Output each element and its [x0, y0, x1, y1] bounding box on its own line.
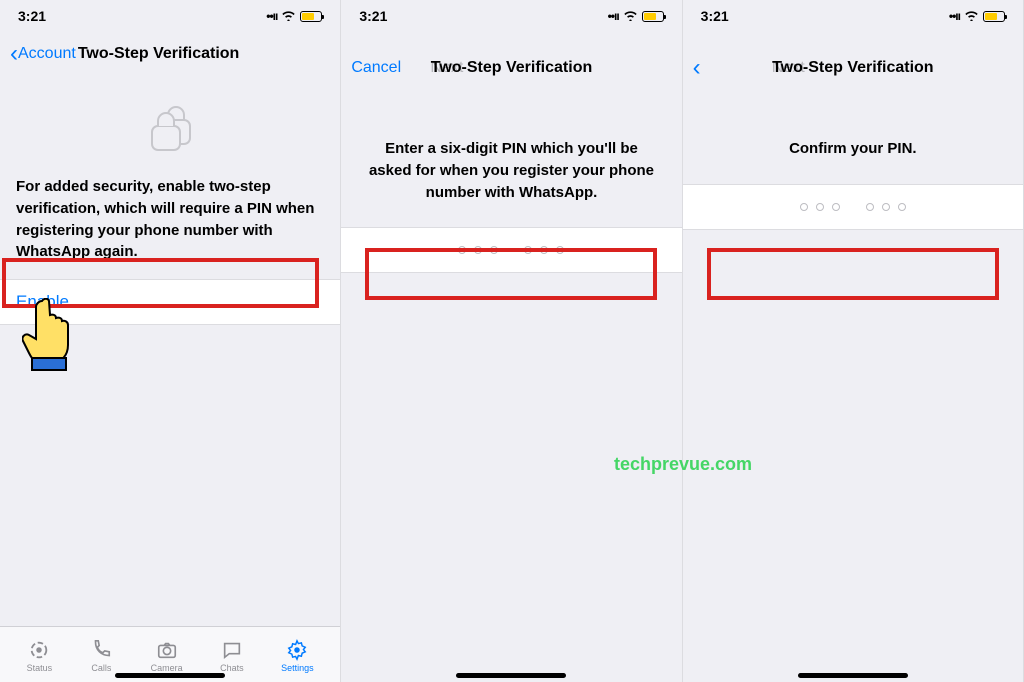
status-bar: 3:21 ••ıı [683, 0, 1023, 32]
tab-settings[interactable]: Settings [281, 639, 314, 673]
pin-dot [866, 203, 874, 211]
pin-dot [898, 203, 906, 211]
cellular-icon: ••ıı [608, 9, 619, 23]
enable-button[interactable]: Enable [0, 279, 340, 325]
tab-calls[interactable]: Calls [89, 639, 113, 673]
watermark: techprevue.com [614, 454, 752, 475]
cellular-icon: ••ıı [949, 9, 960, 23]
pin-dot [458, 246, 466, 254]
wifi-icon [281, 9, 296, 24]
tab-chats[interactable]: Chats [220, 639, 244, 673]
status-bar: 3:21 ••ıı [0, 0, 340, 32]
screen-confirm-pin: 3:21 ••ıı ‹ Two-Step Verification Next C… [683, 0, 1024, 682]
pin-dot [540, 246, 548, 254]
enable-label: Enable [16, 292, 69, 311]
pin-input[interactable] [683, 184, 1023, 230]
nav-bar: Cancel Two-Step Verification Next [341, 46, 681, 90]
back-button[interactable]: ‹ Account [10, 42, 76, 66]
cancel-button[interactable]: Cancel [351, 59, 407, 77]
back-label: Account [18, 45, 76, 63]
instruction-text: Confirm your PIN. [683, 106, 1023, 184]
pin-dot [490, 246, 498, 254]
pin-dot [474, 246, 482, 254]
screen-enter-pin: 3:21 ••ıı Cancel Two-Step Verification N… [341, 0, 682, 682]
pin-dot [816, 203, 824, 211]
screen-enable: 3:21 ••ıı ‹ Account Two-Step Verificatio… [0, 0, 341, 682]
pin-dot [800, 203, 808, 211]
chevron-left-icon: ‹ [693, 56, 701, 80]
next-button[interactable]: Next [749, 59, 805, 77]
battery-icon [642, 11, 664, 22]
cellular-icon: ••ıı [266, 9, 277, 23]
status-icons: ••ıı [608, 9, 664, 24]
pin-dot [832, 203, 840, 211]
chevron-left-icon: ‹ [10, 42, 18, 66]
nav-title: Two-Step Verification [78, 45, 331, 63]
battery-icon [300, 11, 322, 22]
pin-dot [524, 246, 532, 254]
pin-dot [556, 246, 564, 254]
tab-camera[interactable]: Camera [151, 639, 183, 673]
home-indicator [456, 673, 566, 678]
status-bar: 3:21 ••ıı [341, 0, 681, 32]
wifi-icon [623, 9, 638, 24]
tab-status[interactable]: Status [27, 639, 53, 673]
nav-bar: ‹ Two-Step Verification Next [683, 46, 1023, 90]
home-indicator [115, 673, 225, 678]
home-indicator [798, 673, 908, 678]
battery-icon [983, 11, 1005, 22]
status-icons: ••ıı [266, 9, 322, 24]
instruction-text: Enter a six-digit PIN which you'll be as… [341, 106, 681, 227]
pin-input[interactable] [341, 227, 681, 273]
nav-bar: ‹ Account Two-Step Verification [0, 32, 340, 76]
status-time: 3:21 [701, 8, 729, 24]
description-text: For added security, enable two-step veri… [0, 176, 340, 263]
back-button[interactable]: ‹ [693, 56, 749, 80]
next-button[interactable]: Next [407, 59, 463, 77]
status-time: 3:21 [18, 8, 46, 24]
status-time: 3:21 [359, 8, 387, 24]
status-icons: ••ıı [949, 9, 1005, 24]
pin-dot [882, 203, 890, 211]
wifi-icon [964, 9, 979, 24]
lock-illustration [0, 100, 340, 156]
